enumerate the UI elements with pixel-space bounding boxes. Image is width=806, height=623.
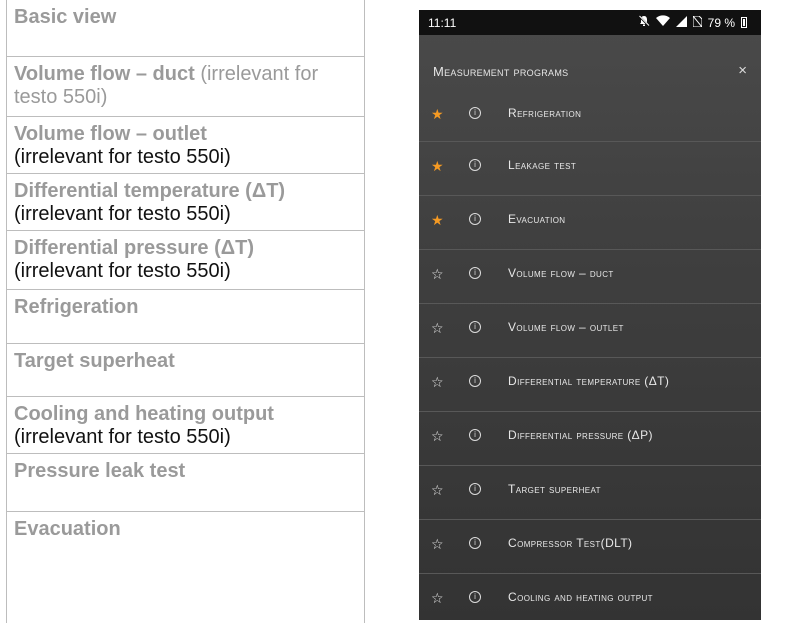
item-label: Refrigeration [508, 106, 582, 120]
info-icon[interactable]: i [469, 159, 481, 171]
info-icon[interactable]: i [469, 321, 481, 333]
star-outline-icon[interactable]: ☆ [431, 536, 444, 553]
row-title: Pressure leak test [14, 460, 186, 482]
phone-screen: 11:11 79 % Measurement programs × ★ i Re [419, 10, 761, 620]
item-label: Target superheat [508, 482, 601, 496]
row-title: Basic view [14, 6, 117, 28]
info-icon[interactable]: i [469, 213, 481, 225]
item-label: Compressor Test(DLT) [508, 536, 633, 550]
cell-signal-icon [675, 15, 687, 30]
row-title: Volume flow – duct [14, 63, 195, 85]
table-row: Differential pressure (ΔT) (irrelevant f… [6, 231, 365, 290]
status-icons: 79 % [637, 15, 747, 30]
battery-icon [741, 17, 747, 28]
table-row: Differential temperature (ΔT) (irrelevan… [6, 174, 365, 231]
info-icon[interactable]: i [469, 483, 481, 495]
row-note: (irrelevant for testo 550i) [14, 260, 231, 282]
list-item[interactable]: ★ i Refrigeration [419, 92, 761, 142]
item-label: Differential temperature (ΔT) [508, 374, 670, 388]
list-item[interactable]: ☆ i Differential temperature (ΔT) [419, 358, 761, 412]
item-label: Leakage test [508, 158, 577, 172]
star-outline-icon[interactable]: ☆ [431, 374, 444, 391]
list-item[interactable]: ★ i Leakage test [419, 142, 761, 196]
info-icon[interactable]: i [469, 537, 481, 549]
star-filled-icon[interactable]: ★ [431, 106, 444, 123]
page-title: Measurement programs [433, 64, 569, 79]
star-filled-icon[interactable]: ★ [431, 158, 444, 175]
list-item[interactable]: ☆ i Cooling and heating output [419, 574, 761, 620]
table-row: Volume flow – duct (irrelevant for testo… [6, 57, 365, 117]
star-outline-icon[interactable]: ☆ [431, 320, 444, 337]
info-icon[interactable]: i [469, 375, 481, 387]
list-item[interactable]: ☆ i Volume flow – duct [419, 250, 761, 304]
list-item[interactable]: ☆ i Differential pressure (ΔP) [419, 412, 761, 466]
list-item[interactable]: ☆ i Compressor Test(DLT) [419, 520, 761, 574]
close-button[interactable]: × [738, 62, 747, 79]
star-outline-icon[interactable]: ☆ [431, 590, 444, 607]
info-icon[interactable]: i [469, 107, 481, 119]
star-outline-icon[interactable]: ☆ [431, 482, 444, 499]
item-label: Differential pressure (ΔP) [508, 428, 653, 442]
row-title: Differential temperature (ΔT) [14, 180, 286, 202]
table-row: Refrigeration [6, 290, 365, 344]
table-row: Cooling and heating output (irrelevant f… [6, 397, 365, 454]
star-filled-icon[interactable]: ★ [431, 212, 444, 229]
program-list: ★ i Refrigeration ★ i Leakage test ★ i E… [419, 92, 761, 620]
wifi-icon [655, 15, 670, 30]
row-title: Evacuation [14, 518, 121, 540]
battery-percent: 79 % [707, 15, 735, 30]
row-note: (irrelevant for testo 550i) [14, 426, 231, 448]
list-item[interactable]: ☆ i Volume flow – outlet [419, 304, 761, 358]
row-title: Volume flow – outlet [14, 123, 207, 145]
bell-off-icon [637, 15, 650, 30]
info-icon[interactable]: i [469, 591, 481, 603]
row-title: Cooling and heating output [14, 403, 274, 425]
table-row: Target superheat [6, 344, 365, 397]
row-title: Differential pressure (ΔT) [14, 237, 254, 259]
item-label: Volume flow – outlet [508, 320, 624, 334]
item-label: Evacuation [508, 212, 566, 226]
no-sim-icon [692, 15, 703, 30]
row-note: (irrelevant for testo 550i) [14, 203, 231, 225]
status-bar: 11:11 79 % [419, 10, 761, 35]
row-title: Target superheat [14, 350, 175, 372]
item-label: Cooling and heating output [508, 590, 653, 604]
item-label: Volume flow – duct [508, 266, 614, 280]
list-item[interactable]: ☆ i Target superheat [419, 466, 761, 520]
table-row: Evacuation [6, 512, 365, 623]
row-note: (irrelevant for testo 550i) [14, 146, 231, 168]
star-outline-icon[interactable]: ☆ [431, 428, 444, 445]
list-item[interactable]: ★ i Evacuation [419, 196, 761, 250]
status-time: 11:11 [428, 16, 457, 30]
table-row: Volume flow – outlet (irrelevant for tes… [6, 117, 365, 174]
star-outline-icon[interactable]: ☆ [431, 266, 444, 283]
table-row: Basic view [6, 0, 365, 57]
info-icon[interactable]: i [469, 429, 481, 441]
program-table: Basic view Volume flow – duct (irrelevan… [6, 0, 365, 623]
table-row: Pressure leak test [6, 454, 365, 512]
row-title: Refrigeration [14, 296, 139, 318]
info-icon[interactable]: i [469, 267, 481, 279]
